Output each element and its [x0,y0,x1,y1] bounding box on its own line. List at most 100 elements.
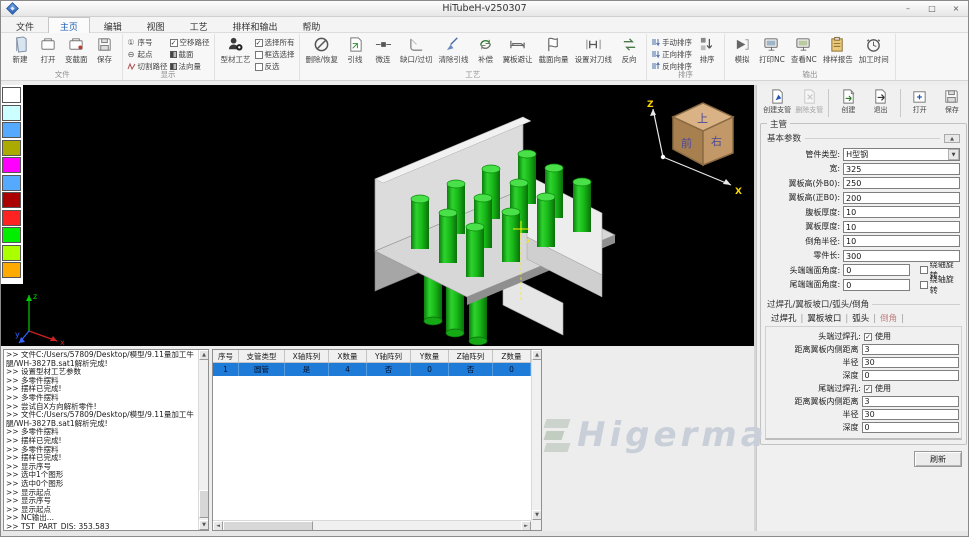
create-branch-button[interactable]: 创建支管 [761,88,793,115]
reverse-direction-button[interactable]: 反向 [616,35,642,66]
variable-section-button[interactable]: 变截面 [63,35,90,66]
table-cell[interactable]: 否 [367,363,411,376]
scroll-thumb[interactable] [199,490,209,518]
table-cell[interactable]: 否 [449,363,493,376]
machining-time-button[interactable]: 加工时间 [857,35,891,66]
delete-branch-button[interactable]: 删除支管 [793,88,825,115]
tool-align-line-button[interactable]: 设置对刀线 [573,35,615,66]
table-header-cell[interactable]: Z轴阵列 [449,350,493,363]
close-button[interactable]: × [948,2,964,15]
flange-front-input[interactable]: 200 [843,192,960,204]
log-scrollbar[interactable]: ▲ ▼ [198,350,208,530]
toggle-seq-number[interactable]: ①序号 [127,37,168,48]
tail-angle-input[interactable]: 0 [843,279,910,291]
color-swatch[interactable] [2,87,21,103]
web-thickness-input[interactable]: 10 [843,206,960,218]
cube-face-right[interactable]: 右 [711,134,722,148]
toggle-rapid-path[interactable]: ✓空移路径 [170,37,210,48]
color-swatch[interactable] [2,227,21,243]
head-depth-input[interactable]: 0 [862,370,959,381]
tab-arc-head[interactable]: 弧头 [848,312,873,324]
viewport-3d[interactable]: x Z X 上 前 右 z x [1,85,754,346]
table-cell[interactable]: 4 [329,363,367,376]
menu-view[interactable]: 视图 [136,18,176,34]
scroll-thumb[interactable] [223,521,313,531]
color-swatch[interactable] [2,245,21,261]
color-swatch[interactable] [2,140,21,156]
panel-open-button[interactable]: 打开 [904,88,936,115]
head-radius-input[interactable]: 30 [862,357,959,368]
refresh-button[interactable]: 刷新 [914,451,962,467]
micro-joint-button[interactable]: 微连 [370,35,396,66]
nest-report-button[interactable]: 排样报告 [821,35,855,66]
menu-file[interactable]: 文件 [5,18,45,34]
tail-inner-dist-input[interactable]: 3 [862,396,959,407]
table-header-cell[interactable]: Z数量 [493,350,531,363]
compensate-button[interactable]: 补偿 [473,35,499,66]
tab-chamfer[interactable]: 倒角 [876,312,901,324]
chamfer-radius-input[interactable]: 10 [843,235,960,247]
color-swatch[interactable] [2,122,21,138]
create-button[interactable]: 创建 [832,88,864,115]
scroll-down-icon[interactable]: ▼ [199,520,209,530]
table-cell[interactable]: 1 [213,363,239,376]
collapse-params-button[interactable]: ▲ [944,134,960,143]
tail-rotate-checkbox[interactable]: 绕轴旋转 [920,274,960,296]
simulate-button[interactable]: 模拟 [729,35,755,66]
sort-button[interactable]: 排序 [694,35,720,66]
open-button[interactable]: 打开 [35,35,61,66]
cube-face-front[interactable]: 前 [681,136,692,150]
flange-thickness-input[interactable]: 10 [843,221,960,233]
tail-radius-input[interactable]: 30 [862,409,959,420]
table-cell[interactable]: 0 [493,363,531,376]
view-nc-button[interactable]: 查看NC [789,35,819,66]
table-header-cell[interactable]: 支管类型 [239,350,285,363]
part-length-input[interactable]: 300 [843,250,960,262]
select-all-checkbox[interactable]: ✓选择所有 [255,37,295,48]
color-swatch[interactable] [2,262,21,278]
profile-process-button[interactable]: 型材工艺 [219,35,253,66]
manual-sort-button[interactable]: 手动排序 [651,37,692,48]
cube-face-top[interactable]: 上 [697,112,708,125]
table-cell[interactable]: 圆管 [239,363,285,376]
tail-use-checkbox[interactable]: ✓使用 [864,383,891,394]
tab-flange-groove[interactable]: 翼板坡口 [803,312,845,324]
scroll-up-icon[interactable]: ▲ [199,350,209,360]
print-nc-button[interactable]: 打印NC [757,35,787,66]
flange-outer-input[interactable]: 250 [843,177,960,189]
section-vector-button[interactable]: 截面向量 [537,35,571,66]
orientation-cube[interactable]: Z X 上 前 右 [647,100,742,197]
panel-save-button[interactable]: 保存 [936,88,968,115]
minimize-button[interactable]: – [900,2,916,15]
menu-edit[interactable]: 编辑 [93,18,133,34]
hbeam-model[interactable]: x [375,117,615,345]
save-button[interactable]: 保存 [92,35,118,66]
table-cell[interactable]: 是 [285,363,329,376]
menu-nest-output[interactable]: 排样和输出 [221,18,288,34]
color-swatch[interactable] [2,157,21,173]
tail-depth-input[interactable]: 0 [862,422,959,433]
exit-button[interactable]: 退出 [864,88,896,115]
head-angle-input[interactable]: 0 [843,264,910,276]
color-swatch[interactable] [2,210,21,226]
menu-help[interactable]: 帮助 [291,18,331,34]
scroll-up-icon[interactable]: ▲ [532,350,542,360]
table-vscrollbar[interactable]: ▲ ▼ [531,350,541,520]
table-header-cell[interactable]: X轴阵列 [285,350,329,363]
new-button[interactable]: 新建 [7,35,33,66]
maximize-button[interactable]: □ [924,2,940,15]
pipe-type-select[interactable]: H型钢 ▼ [843,148,960,161]
box-select-checkbox[interactable]: 框选选择 [255,49,295,60]
head-inner-dist-input[interactable]: 3 [862,344,959,355]
table-cell[interactable]: 0 [411,363,449,376]
head-use-checkbox[interactable]: ✓使用 [864,331,891,342]
forward-sort-button[interactable]: 正向排序 [651,49,692,60]
delete-restore-button[interactable]: 删除/恢复 [304,35,341,66]
menu-process[interactable]: 工艺 [179,18,219,34]
table-header-cell[interactable]: Y轴阵列 [367,350,411,363]
table-header-cell[interactable]: X数量 [329,350,367,363]
notch-overcut-button[interactable]: 缺口/过切 [398,35,435,66]
toggle-start-point[interactable]: ⊖起点 [127,49,168,60]
dropdown-arrow-icon[interactable]: ▼ [948,149,959,160]
scroll-right-icon[interactable]: ► [521,521,531,531]
